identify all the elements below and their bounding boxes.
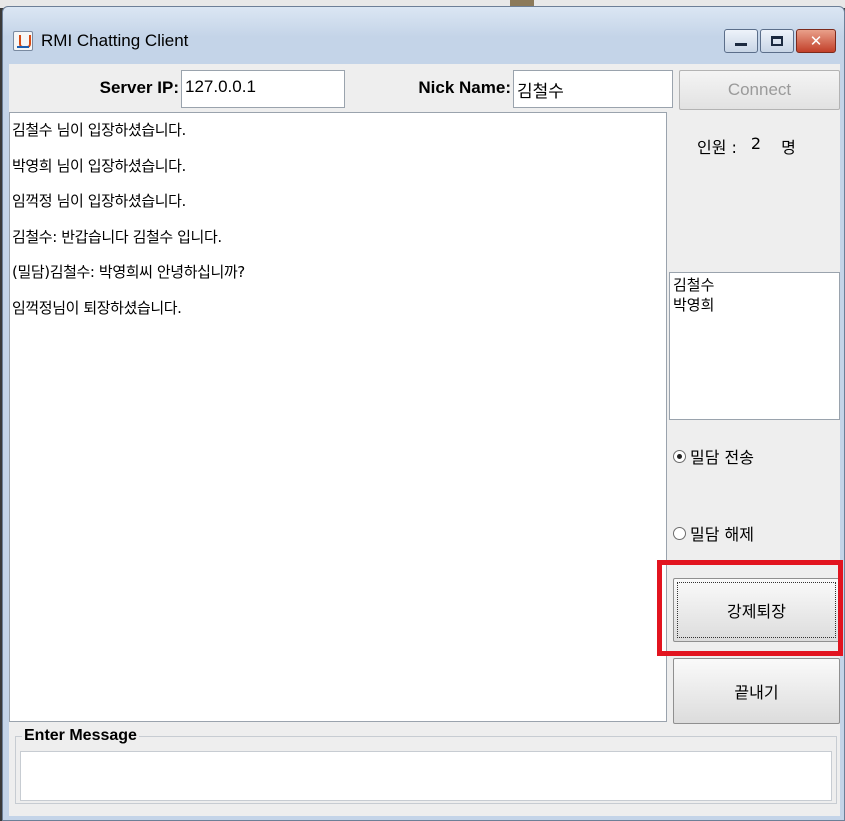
chat-line: 임꺽정 님이 입장하셨습니다.	[12, 192, 186, 210]
radio-unselected-icon	[673, 526, 686, 540]
user-list[interactable]: 김철수 박영희	[669, 272, 840, 420]
window-title: RMI Chatting Client	[41, 31, 189, 50]
member-count-unit: 명	[781, 138, 796, 157]
close-icon: ✕	[809, 32, 823, 50]
nick-name-label: Nick Name:	[418, 78, 511, 97]
server-ip-label: Server IP:	[99, 78, 179, 97]
member-count: 인원 : 2 명	[697, 134, 796, 158]
annotation-highlight-box	[657, 560, 843, 656]
window-controls: ✕	[724, 29, 836, 53]
member-count-value: 2	[750, 134, 762, 153]
chat-line: 임꺽정님이 퇴장하셨습니다.	[12, 298, 182, 317]
minimize-button[interactable]	[724, 29, 758, 53]
radio-selected-icon	[673, 449, 686, 463]
title-bar[interactable]: RMI Chatting Client ✕	[3, 7, 844, 63]
app-window: RMI Chatting Client ✕ Server IP: 127.0.0…	[2, 6, 845, 821]
whisper-cancel-radio[interactable]: 밀담 해제	[673, 521, 754, 545]
minimize-icon	[735, 42, 747, 46]
member-count-label: 인원 :	[697, 138, 737, 157]
whisper-cancel-label: 밀담 해제	[690, 525, 754, 544]
maximize-icon	[771, 36, 783, 46]
whisper-send-label: 밀담 전송	[690, 448, 754, 467]
user-list-item[interactable]: 김철수	[673, 275, 836, 295]
message-input[interactable]	[20, 751, 832, 801]
client-area: Server IP: 127.0.0.1 Nick Name: 김철수 Conn…	[9, 64, 843, 816]
maximize-button[interactable]	[760, 29, 794, 53]
exit-button[interactable]: 끝내기	[673, 658, 840, 724]
chat-line: 김철수 님이 입장하셨습니다.	[12, 121, 186, 139]
chat-line: 김철수: 반갑습니다 김철수 입니다.	[12, 227, 222, 246]
nick-name-input[interactable]: 김철수	[513, 70, 673, 108]
connect-button[interactable]: Connect	[679, 70, 840, 110]
chat-line: (밀담)김철수: 박영희씨 안녕하십니까?	[12, 263, 245, 281]
server-ip-input[interactable]: 127.0.0.1	[181, 70, 345, 108]
whisper-send-radio[interactable]: 밀담 전송	[673, 444, 754, 468]
chat-line: 박영희 님이 입장하셨습니다.	[12, 156, 186, 175]
message-group: Enter Message	[15, 727, 837, 804]
close-button[interactable]: ✕	[796, 29, 836, 53]
java-app-icon	[13, 31, 33, 51]
chat-log[interactable]: 김철수 님이 입장하셨습니다. 박영희 님이 입장하셨습니다. 임꺽정 님이 입…	[9, 112, 667, 722]
user-list-item[interactable]: 박영희	[673, 295, 836, 315]
message-legend: Enter Message	[22, 727, 139, 745]
